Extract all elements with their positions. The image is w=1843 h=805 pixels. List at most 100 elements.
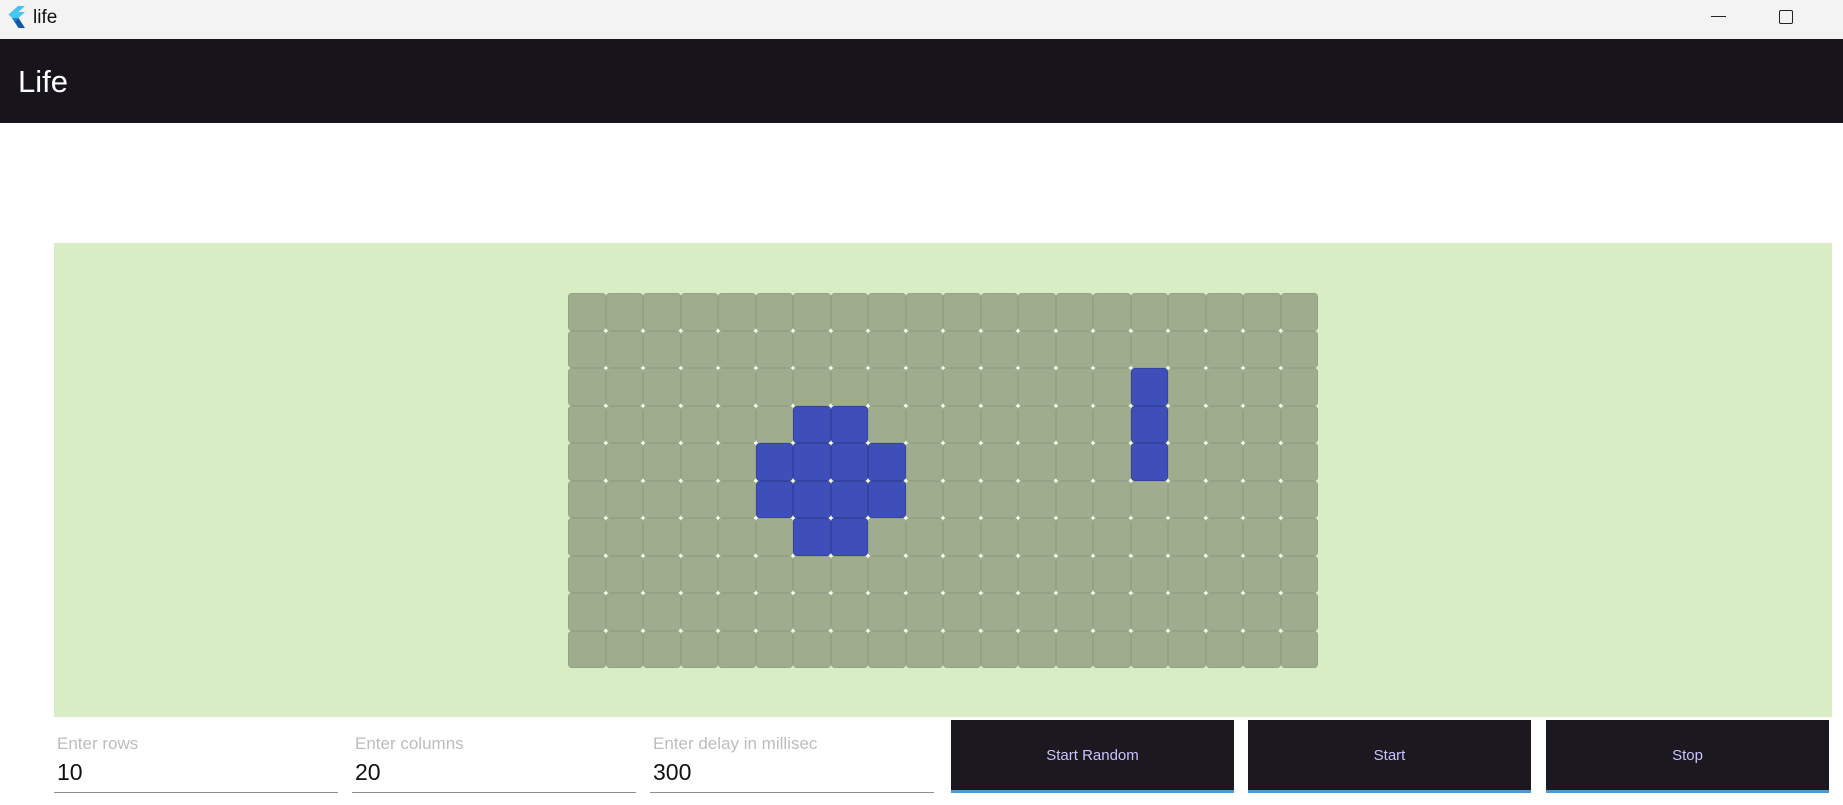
grid-cell[interactable] (1018, 481, 1056, 519)
grid-cell[interactable] (568, 293, 606, 331)
grid-cell[interactable] (1168, 368, 1206, 406)
grid-cell[interactable] (981, 593, 1019, 631)
grid-cell[interactable] (831, 631, 869, 669)
grid-cell[interactable] (981, 443, 1019, 481)
grid-cell-alive[interactable] (831, 518, 869, 556)
grid-cell-alive[interactable] (756, 443, 794, 481)
grid-cell[interactable] (1168, 443, 1206, 481)
grid-cell[interactable] (643, 556, 681, 594)
grid-cell[interactable] (793, 556, 831, 594)
grid-cell[interactable] (906, 406, 944, 444)
grid-cell[interactable] (643, 631, 681, 669)
grid-cell[interactable] (643, 443, 681, 481)
grid-cell[interactable] (906, 443, 944, 481)
grid-cell[interactable] (756, 368, 794, 406)
grid-cell-alive[interactable] (1131, 443, 1169, 481)
grid-cell[interactable] (868, 331, 906, 369)
grid-cell[interactable] (943, 293, 981, 331)
grid-cell[interactable] (1018, 368, 1056, 406)
grid-cell[interactable] (681, 518, 719, 556)
grid-cell[interactable] (981, 518, 1019, 556)
grid-cell[interactable] (1056, 443, 1094, 481)
grid-cell[interactable] (1168, 518, 1206, 556)
grid-cell[interactable] (681, 368, 719, 406)
grid-cell[interactable] (1243, 481, 1281, 519)
grid-cell[interactable] (718, 406, 756, 444)
grid-cell[interactable] (981, 293, 1019, 331)
maximize-button[interactable] (1752, 0, 1820, 33)
grid-cell[interactable] (981, 481, 1019, 519)
grid-cell[interactable] (1018, 443, 1056, 481)
grid-cell[interactable] (1018, 406, 1056, 444)
grid-cell[interactable] (906, 293, 944, 331)
grid-cell[interactable] (1056, 518, 1094, 556)
grid-cell[interactable] (606, 406, 644, 444)
grid-cell[interactable] (906, 518, 944, 556)
grid-cell[interactable] (1056, 593, 1094, 631)
grid-cell[interactable] (1131, 293, 1169, 331)
grid-cell[interactable] (1281, 293, 1319, 331)
grid-cell[interactable] (643, 518, 681, 556)
grid-cell[interactable] (1056, 481, 1094, 519)
grid-cell[interactable] (793, 368, 831, 406)
minimize-button[interactable] (1684, 0, 1752, 33)
grid-cell[interactable] (606, 481, 644, 519)
grid-cell[interactable] (868, 293, 906, 331)
grid-cell[interactable] (1281, 518, 1319, 556)
grid-cell[interactable] (718, 593, 756, 631)
grid-cell[interactable] (1281, 368, 1319, 406)
grid-cell[interactable] (1093, 631, 1131, 669)
start-button[interactable]: Start (1248, 720, 1531, 793)
grid-cell[interactable] (943, 631, 981, 669)
grid-cell[interactable] (1168, 293, 1206, 331)
grid-cell[interactable] (1168, 331, 1206, 369)
grid-cell[interactable] (568, 331, 606, 369)
grid-cell[interactable] (868, 631, 906, 669)
grid-cell[interactable] (1056, 631, 1094, 669)
grid-cell[interactable] (681, 331, 719, 369)
grid-cell[interactable] (718, 331, 756, 369)
grid-cell[interactable] (1018, 293, 1056, 331)
grid-cell[interactable] (1281, 443, 1319, 481)
start-random-button[interactable]: Start Random (951, 720, 1234, 793)
grid-cell[interactable] (1093, 443, 1131, 481)
grid-cell-alive[interactable] (793, 518, 831, 556)
grid-cell[interactable] (718, 631, 756, 669)
grid-cell[interactable] (1243, 406, 1281, 444)
grid-cell[interactable] (1018, 556, 1056, 594)
grid-cell[interactable] (643, 406, 681, 444)
grid-cell[interactable] (1281, 631, 1319, 669)
grid-cell[interactable] (868, 593, 906, 631)
grid-cell[interactable] (568, 406, 606, 444)
grid-cell[interactable] (943, 406, 981, 444)
grid-cell[interactable] (943, 331, 981, 369)
grid-cell[interactable] (868, 406, 906, 444)
grid-cell[interactable] (1018, 331, 1056, 369)
grid-cell[interactable] (793, 293, 831, 331)
grid-cell[interactable] (681, 556, 719, 594)
grid-cell[interactable] (868, 518, 906, 556)
grid-cell[interactable] (1243, 593, 1281, 631)
grid-cell[interactable] (1243, 293, 1281, 331)
grid-cell[interactable] (606, 593, 644, 631)
grid-cell[interactable] (793, 331, 831, 369)
grid-cell[interactable] (906, 556, 944, 594)
grid-cell[interactable] (681, 481, 719, 519)
grid-cell[interactable] (1093, 293, 1131, 331)
grid-cell[interactable] (718, 518, 756, 556)
grid-cell-alive[interactable] (793, 481, 831, 519)
grid-cell[interactable] (568, 593, 606, 631)
grid-cell[interactable] (1206, 631, 1244, 669)
grid-cell[interactable] (1018, 593, 1056, 631)
grid-cell[interactable] (1093, 481, 1131, 519)
grid-cell-alive[interactable] (1131, 406, 1169, 444)
grid-cell[interactable] (1206, 593, 1244, 631)
grid-cell-alive[interactable] (831, 443, 869, 481)
grid-cell[interactable] (1281, 556, 1319, 594)
grid-cell[interactable] (1093, 368, 1131, 406)
grid-cell[interactable] (718, 368, 756, 406)
grid-cell[interactable] (1131, 481, 1169, 519)
grid-cell[interactable] (643, 481, 681, 519)
grid-cell[interactable] (1131, 518, 1169, 556)
grid-cell[interactable] (1206, 368, 1244, 406)
